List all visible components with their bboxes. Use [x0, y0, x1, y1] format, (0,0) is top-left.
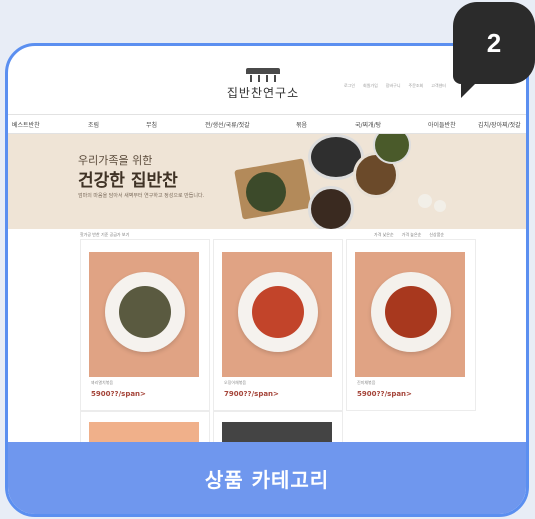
util-link-join[interactable]: 회원가입 [363, 83, 378, 89]
category-nav: 베스트반찬 조림 무침 전/생선/국류/젓갈 볶음 국/찌개/탕 아이들반찬 김… [8, 114, 526, 134]
util-link-support[interactable]: 고객센터 [431, 83, 446, 89]
logo-text: 집반찬연구소 [226, 86, 300, 100]
product-image[interactable] [222, 422, 332, 442]
product-name[interactable]: 진미채볶음 [357, 380, 375, 386]
dish-image [246, 172, 286, 212]
nav-item-seasoned[interactable]: 무침 [146, 120, 157, 129]
garlic-image [434, 200, 446, 212]
screenshot-card: 집반찬연구소 로그인 회원가입 장바구니 주문조회 고객센터 베스트반찬 조림 … [5, 43, 529, 517]
product-count-text: 핫가공 반찬 기준 공급가 보기 [80, 232, 130, 237]
product-name[interactable]: 오징어채볶음 [224, 380, 246, 386]
product-card[interactable]: 오징어채볶음 7900??/span> [213, 239, 343, 411]
nav-item-kimchi[interactable]: 김치/장아찌/젓갈 [478, 120, 521, 129]
hanok-logo-icon [246, 68, 280, 82]
hero-banner: 우리가족을 위한 건강한 집반찬 엄마의 마음을 담아서 새벽부터 연구하고 정… [8, 134, 526, 229]
product-card[interactable] [80, 411, 210, 443]
banner-title: 건강한 집반찬 [78, 171, 178, 191]
sort-options: 가격 낮은순 가격 높은순 신상품순 [374, 232, 444, 238]
product-image[interactable] [89, 422, 199, 442]
nav-item-braised[interactable]: 조림 [88, 120, 99, 129]
product-price: 5900??/span> [357, 390, 412, 398]
site-header: 집반찬연구소 로그인 회원가입 장바구니 주문조회 고객센터 [8, 46, 526, 111]
step-number: 2 [486, 27, 502, 58]
product-card[interactable]: 진미채볶음 5900??/span> [346, 239, 476, 411]
product-card[interactable]: 꽈리멸치볶음 5900??/span> [80, 239, 210, 411]
nav-item-best[interactable]: 베스트반찬 [12, 120, 40, 129]
sort-high-price[interactable]: 가격 높은순 [402, 232, 422, 238]
product-image[interactable] [355, 252, 465, 377]
util-link-order[interactable]: 주문조회 [409, 83, 424, 89]
nav-item-jeon-fish[interactable]: 전/생선/국류/젓갈 [205, 120, 250, 129]
section-label: 상품 카테고리 [204, 467, 330, 492]
product-price: 5900??/span> [91, 390, 146, 398]
site-logo[interactable]: 집반찬연구소 [218, 68, 308, 101]
product-card[interactable] [213, 411, 343, 443]
product-name[interactable]: 꽈리멸치볶음 [91, 380, 113, 386]
sort-low-price[interactable]: 가격 낮은순 [374, 232, 394, 238]
util-link-login[interactable]: 로그인 [344, 83, 355, 89]
product-price: 7900??/span> [224, 390, 279, 398]
garlic-image [418, 194, 432, 208]
product-image[interactable] [222, 252, 332, 377]
nav-item-soup[interactable]: 국/찌개/탕 [355, 120, 381, 129]
sort-newest[interactable]: 신상품순 [429, 232, 444, 238]
utility-links: 로그인 회원가입 장바구니 주문조회 고객센터 [344, 83, 446, 89]
step-badge: 2 [453, 2, 535, 98]
nav-item-stirfry[interactable]: 볶음 [296, 120, 307, 129]
banner-description: 엄마의 마음을 담아서 새벽부터 연구하고 정성으로 만듭니다. [78, 193, 205, 199]
section-label-bar: 상품 카테고리 [8, 442, 526, 514]
util-link-cart[interactable]: 장바구니 [386, 83, 401, 89]
product-image[interactable] [89, 252, 199, 377]
nav-item-kids[interactable]: 아이들반찬 [428, 120, 456, 129]
dish-image [308, 186, 354, 229]
